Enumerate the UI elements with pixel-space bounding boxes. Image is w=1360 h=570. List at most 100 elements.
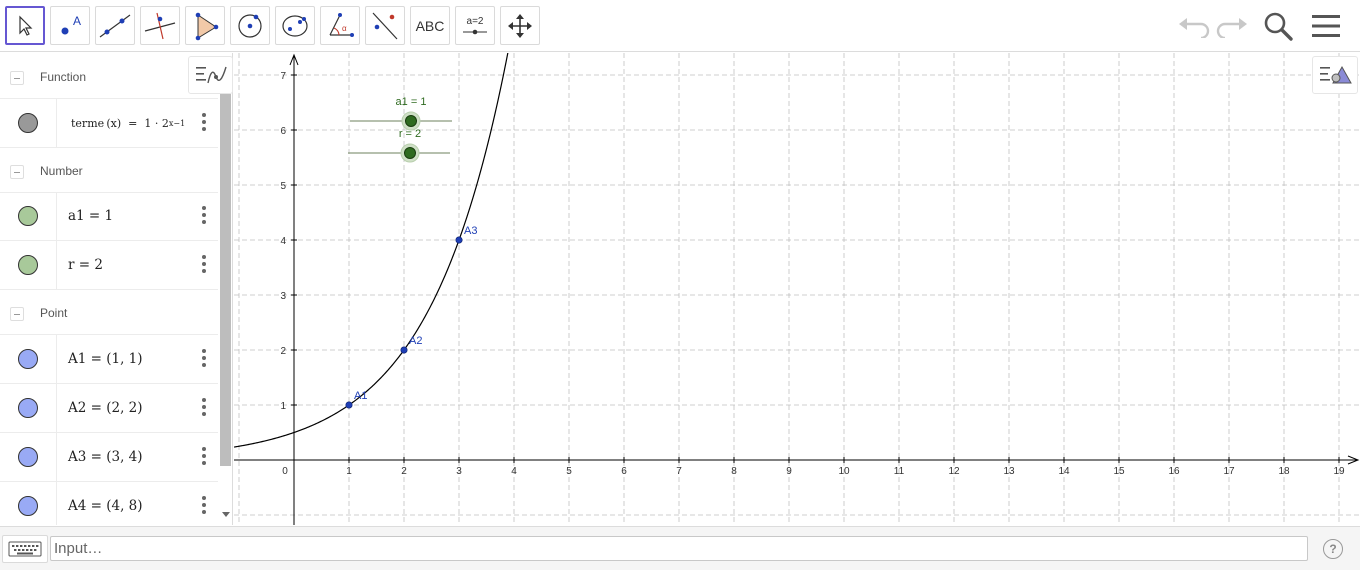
reflect-about-line-icon [372, 12, 398, 39]
more-options-icon[interactable] [198, 349, 210, 369]
algebra-view: Function terme (x) = 1 · 2 x−1 Number a1 … [0, 53, 233, 525]
point-tool-button[interactable]: A [50, 6, 90, 45]
y-tick-label: 1 [280, 401, 286, 412]
keyboard-icon [8, 541, 42, 557]
scroll-down-arrow-icon[interactable] [222, 512, 230, 517]
input-bar: ? [0, 526, 1360, 570]
slider-knob[interactable] [405, 115, 417, 127]
perpendicular-line-tool-button[interactable] [140, 6, 180, 45]
visibility-marble[interactable] [18, 447, 38, 467]
line-through-two-points-icon [99, 14, 131, 37]
more-options-icon[interactable] [198, 113, 210, 133]
function-curve[interactable] [234, 53, 509, 448]
menu-button[interactable] [1308, 8, 1344, 44]
help-button[interactable]: ? [1323, 539, 1343, 559]
ellipse-tool-button[interactable] [275, 6, 315, 45]
x-tick-label: 16 [1168, 466, 1180, 477]
visibility-marble[interactable] [18, 398, 38, 418]
x-tick-label: 12 [948, 466, 960, 477]
function-base: 2 [161, 116, 169, 130]
point-a2[interactable] [400, 346, 408, 354]
text-tool-label: ABC [415, 17, 445, 34]
algebra-row-number[interactable]: a1 = 1 [0, 192, 218, 241]
undo-button[interactable] [1176, 8, 1212, 44]
visibility-marble[interactable] [18, 255, 38, 275]
style-bar-function-icon [195, 66, 227, 84]
x-tick-label: 3 [456, 466, 462, 477]
points: A1 A2 A3 [345, 225, 477, 409]
algebra-row-function[interactable]: terme (x) = 1 · 2 x−1 [0, 99, 218, 148]
angle-tool-button[interactable]: α [320, 6, 360, 45]
algebra-scrollbar[interactable] [220, 94, 231, 466]
visibility-marble[interactable] [18, 496, 38, 516]
point-expression: A2 = (2, 2) [68, 400, 143, 416]
x-tick-label: 19 [1333, 466, 1345, 477]
x-tick-label: 1 [346, 466, 352, 477]
visibility-marble[interactable] [18, 113, 38, 133]
visibility-marble[interactable] [18, 206, 38, 226]
slider-tool-button[interactable]: a=2 [455, 6, 495, 45]
search-button[interactable] [1260, 8, 1296, 44]
graphics-view[interactable]: 0 1 2 3 4 5 6 7 8 9 10 11 12 13 14 15 16 17 18 19 1 2 3 4 5 6 7 A1… [234, 53, 1360, 525]
point-expression: A3 = (3, 4) [68, 449, 143, 465]
algebra-row-point[interactable]: A3 = (3, 4) [0, 433, 218, 482]
graphics-style-bar-toggle[interactable] [1312, 56, 1358, 94]
polygon-tool-button[interactable] [185, 6, 225, 45]
x-tick-label: 18 [1278, 466, 1290, 477]
group-header-point[interactable]: Point [0, 291, 218, 335]
reflect-tool-button[interactable] [365, 6, 405, 45]
keyboard-button[interactable] [2, 535, 48, 563]
collapse-icon[interactable] [10, 307, 24, 321]
point-a1[interactable] [345, 401, 353, 409]
tick-labels: 0 1 2 3 4 5 6 7 8 9 10 11 12 13 14 15 16 17 18 191234567 [280, 71, 1345, 477]
x-tick-label: 10 [838, 466, 850, 477]
collapse-icon[interactable] [10, 71, 24, 85]
visibility-marble[interactable] [18, 349, 38, 369]
x-tick-label: 17 [1223, 466, 1235, 477]
more-options-icon[interactable] [198, 496, 210, 516]
point-a3[interactable] [455, 236, 463, 244]
number-expression: a1 = 1 [68, 208, 114, 224]
more-options-icon[interactable] [198, 398, 210, 418]
group-header-number[interactable]: Number [0, 149, 218, 193]
more-options-icon[interactable] [198, 255, 210, 275]
line-tool-button[interactable] [95, 6, 135, 45]
toolbar: A α ABC a=2 [0, 0, 1360, 52]
group-header-function[interactable]: Function [0, 55, 218, 99]
algebra-row-number[interactable]: r = 2 [0, 241, 218, 290]
function-name: terme [71, 116, 105, 130]
algebra-style-bar-toggle[interactable] [188, 56, 233, 94]
x-tick-label: 6 [621, 466, 627, 477]
redo-button[interactable] [1214, 8, 1250, 44]
function-var: x [110, 116, 117, 130]
slider-icon: a=2 [463, 16, 487, 34]
algebra-row-point[interactable]: A2 = (2, 2) [0, 384, 218, 433]
marble-cell [0, 192, 57, 240]
circle-tool-button[interactable] [230, 6, 270, 45]
x-tick-label: 0 [282, 466, 288, 477]
hamburger-menu-icon [1312, 15, 1340, 37]
point-label: A2 [409, 335, 422, 347]
more-options-icon[interactable] [198, 447, 210, 467]
arrow-cursor-icon [19, 15, 33, 36]
y-tick-label: 4 [280, 236, 286, 247]
collapse-icon[interactable] [10, 165, 24, 179]
point-expression: A4 = (4, 8) [68, 498, 143, 514]
x-tick-label: 4 [511, 466, 517, 477]
slider-knob[interactable] [404, 147, 416, 159]
move-tool-button[interactable] [5, 6, 45, 45]
algebra-row-point[interactable]: A1 = (1, 1) [0, 335, 218, 384]
algebra-input-field[interactable] [50, 536, 1308, 561]
angle-icon: α [329, 12, 354, 37]
text-tool-button[interactable]: ABC [410, 6, 450, 45]
function-expression: terme (x) = 1 · 2 x−1 [71, 116, 186, 130]
point-label: A1 [354, 390, 367, 402]
move-graphics-tool-button[interactable] [500, 6, 540, 45]
group-label-point: Point [40, 305, 68, 320]
marble-cell [0, 433, 57, 481]
slider-label: r = 2 [399, 128, 421, 140]
algebra-row-point[interactable]: A4 = (4, 8) [0, 482, 218, 525]
ellipse-icon [282, 14, 308, 37]
more-options-icon[interactable] [198, 206, 210, 226]
graphics-canvas[interactable]: 0 1 2 3 4 5 6 7 8 9 10 11 12 13 14 15 16 17 18 191234567 A1… [234, 53, 1360, 525]
